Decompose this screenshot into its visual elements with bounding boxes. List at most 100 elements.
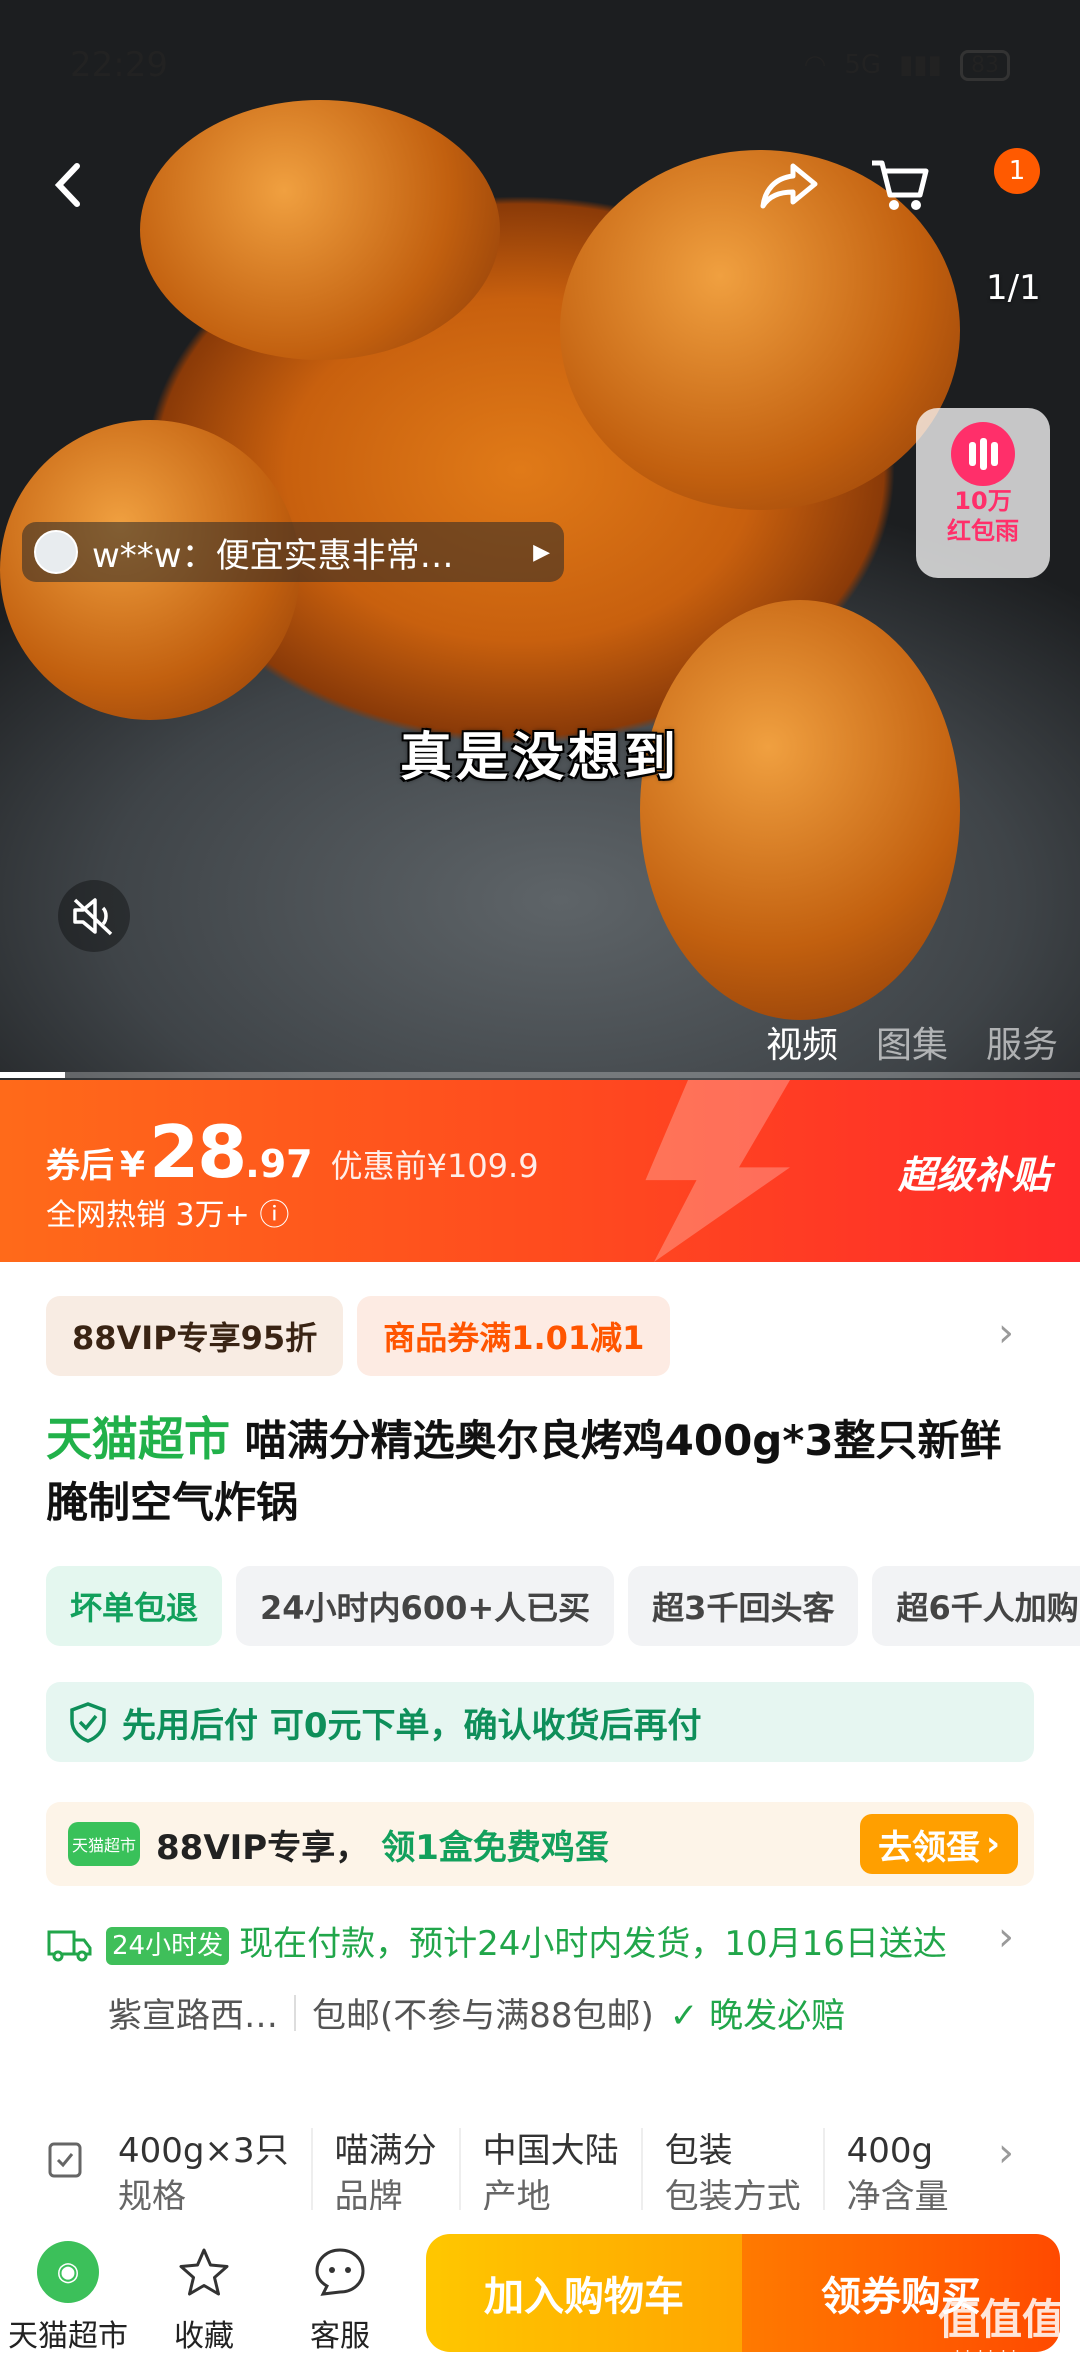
vip-egg-text2: 领1盒免费鸡蛋 xyxy=(381,1827,609,1868)
chevron-right-icon: › xyxy=(985,1824,1000,1864)
chicken-image-part xyxy=(140,100,500,360)
store-coupon-chip[interactable]: 商品券满1.01减1 xyxy=(357,1296,671,1376)
super-subsidy-label: 超级补贴 xyxy=(897,1153,1050,1197)
mute-button[interactable] xyxy=(58,880,130,952)
brand-label: 天猫超市 xyxy=(46,1412,230,1466)
original-price: 优惠前¥109.9 xyxy=(330,1147,539,1185)
media-pager: 1/1 xyxy=(986,268,1041,308)
store-label: 天猫超市 xyxy=(8,2319,128,2354)
cart-icon xyxy=(872,160,929,210)
share-icon xyxy=(760,163,818,209)
wifi-icon: ◠ xyxy=(803,50,827,80)
tag-return-guarantee[interactable]: 坏单包退 xyxy=(46,1566,223,1646)
product-title: 天猫超市 喵满分精选奥尔良烤鸡400g*3整只新鲜腌制空气炸锅 xyxy=(46,1408,1036,1534)
truck-icon xyxy=(47,1930,92,1962)
star-icon xyxy=(173,2241,235,2303)
price-integer: 28 xyxy=(149,1110,247,1194)
get-egg-label: 去领蛋 xyxy=(877,1827,980,1868)
sales-count: 全网热销 3万+ ⓘ xyxy=(46,1190,289,1234)
late-delivery-guarantee: ✓ 晚发必赔 xyxy=(670,1988,845,2037)
tmall-supermarket-logo: 天猫超市 xyxy=(68,1822,140,1866)
add-to-cart-button[interactable]: 加入购物车 xyxy=(426,2234,742,2352)
share-button[interactable] xyxy=(746,142,832,228)
delivery-address: 紫宣路西… xyxy=(108,1996,278,2036)
tag-recent-buyers[interactable]: 24小时内600+人已买 xyxy=(236,1566,615,1646)
chat-face-icon xyxy=(309,2241,371,2303)
chevron-left-icon xyxy=(54,163,80,207)
status-time: 22:29 xyxy=(70,45,168,85)
red-rain-label: 红包雨 xyxy=(947,517,1019,545)
cart-count-badge: 1 xyxy=(994,148,1040,194)
product-media[interactable]: 22:29 ◠ 5G ▮▮▮ 83 • 1 1/1 10万 红包雨 w**w：便… xyxy=(0,0,1080,1080)
divider xyxy=(294,1994,296,2031)
spec-key: 包装方式 xyxy=(664,2177,801,2210)
spec-item: 中国大陆 产地 xyxy=(461,2128,643,2210)
clipboard-icon xyxy=(46,2128,96,2210)
shipping-section[interactable]: 24小时发 现在付款，预计24小时内发货，10月16日送达 › 紫宣路西… 包邮(… xyxy=(46,1914,1034,2037)
red-envelope-rain-button[interactable]: 10万 红包雨 xyxy=(916,408,1050,578)
red-rain-amount: 10万 xyxy=(954,487,1012,515)
customer-service-button[interactable]: 客服 xyxy=(272,2241,408,2355)
service-label: 客服 xyxy=(310,2319,370,2354)
guarantee-text: 晚发必赔 xyxy=(709,1996,846,2036)
shield-check-icon xyxy=(70,1702,106,1743)
spec-value: 中国大陆 xyxy=(482,2131,619,2171)
play-triangle-icon: ▶ xyxy=(533,539,550,565)
spec-value: 400g×3只 xyxy=(118,2131,289,2171)
tmall-store-icon: ◉ xyxy=(37,2241,99,2303)
watermark-text: 值值值 xyxy=(937,2295,1064,2344)
battery-icon: 83 xyxy=(960,49,1010,81)
watermark: 值值值 zhizhizhi.com xyxy=(938,2286,1064,2366)
favorite-label: 收藏 xyxy=(174,2319,234,2354)
product-tags: 坏单包退 24小时内600+人已买 超3千回头客 超6千人加购 xyxy=(46,1566,1080,1646)
tab-gallery[interactable]: 图集 xyxy=(876,1016,948,1068)
lightning-decoration xyxy=(645,1080,790,1262)
pay-later-text: 先用后付 可0元下单，确认收货后再付 xyxy=(122,1705,702,1746)
favorite-button[interactable]: 收藏 xyxy=(136,2241,272,2355)
delivery-estimate: 现在付款，预计24小时内发货，10月16日送达 xyxy=(239,1924,947,1964)
price-decimal: .97 xyxy=(245,1142,313,1186)
vip-egg-text1: 88VIP专享， xyxy=(156,1827,370,1868)
spec-value: 包装 xyxy=(664,2131,733,2171)
sales-text: 全网热销 3万+ xyxy=(46,1198,250,1233)
back-button[interactable] xyxy=(26,142,112,228)
chevron-right-icon[interactable]: › xyxy=(998,1914,1014,1960)
signal-icon: ▮▮▮ xyxy=(899,50,942,80)
spec-key: 品牌 xyxy=(334,2177,403,2210)
tag-cart-adds[interactable]: 超6千人加购 xyxy=(872,1566,1080,1646)
24h-shipping-badge: 24小时发 xyxy=(106,1926,230,1965)
media-tabs: 视频 图集 服务 xyxy=(766,1016,1058,1068)
price-banner: 券后 ¥ 28 .97 优惠前¥109.9 全网热销 3万+ ⓘ 超级补贴 xyxy=(0,1080,1080,1262)
review-bullet-text: w**w：便宜实惠非常… xyxy=(92,535,454,576)
spec-key: 产地 xyxy=(482,2177,551,2210)
pay-later-banner[interactable]: 先用后付 可0元下单，确认收货后再付 xyxy=(46,1682,1034,1762)
store-button[interactable]: ◉ 天猫超市 xyxy=(0,2241,136,2355)
coupon-row[interactable]: 88VIP专享95折 商品券满1.01减1 xyxy=(46,1296,671,1376)
tab-video[interactable]: 视频 xyxy=(766,1016,838,1068)
video-progress-fill xyxy=(0,1072,65,1078)
cart-button[interactable] xyxy=(856,142,942,228)
tab-service[interactable]: 服务 xyxy=(986,1016,1058,1068)
spec-key: 净含量 xyxy=(846,2177,949,2210)
watermark-url: zhizhizhi.com xyxy=(946,2347,1056,2366)
check-circle-icon: ✓ xyxy=(669,1996,699,2036)
status-bar: 22:29 ◠ 5G ▮▮▮ 83 xyxy=(70,40,1010,90)
postage-info: 包邮(不参与满88包邮) xyxy=(312,1996,654,2036)
video-progress-bar[interactable] xyxy=(0,1072,1080,1078)
info-icon[interactable]: ⓘ xyxy=(259,1198,289,1233)
vip-discount-chip[interactable]: 88VIP专享95折 xyxy=(46,1296,344,1376)
spec-row[interactable]: 400g×3只 规格 喵满分 品牌 中国大陆产地 包装包装方式 400g 净含量 xyxy=(46,2128,1034,2210)
spec-item: 喵满分 品牌 xyxy=(313,2128,461,2210)
network-label: 5G xyxy=(844,50,882,80)
chevron-right-icon[interactable]: › xyxy=(998,1310,1014,1356)
tag-repeat-customers[interactable]: 超3千回头客 xyxy=(628,1566,859,1646)
avatar xyxy=(34,530,78,574)
get-egg-button[interactable]: 去领蛋 › xyxy=(859,1814,1018,1874)
spec-item: 400g×3只 规格 xyxy=(96,2128,313,2210)
review-bullet[interactable]: w**w：便宜实惠非常… ▶ xyxy=(22,522,564,582)
chevron-right-icon[interactable]: › xyxy=(998,2130,1014,2176)
spec-item: 400g 净含量 xyxy=(825,2128,971,2210)
after-coupon-label: 券后 xyxy=(46,1146,114,1186)
chicken-image-part xyxy=(640,600,960,1020)
vip-egg-banner[interactable]: 天猫超市 88VIP专享， 领1盒免费鸡蛋 去领蛋 › xyxy=(46,1802,1034,1886)
